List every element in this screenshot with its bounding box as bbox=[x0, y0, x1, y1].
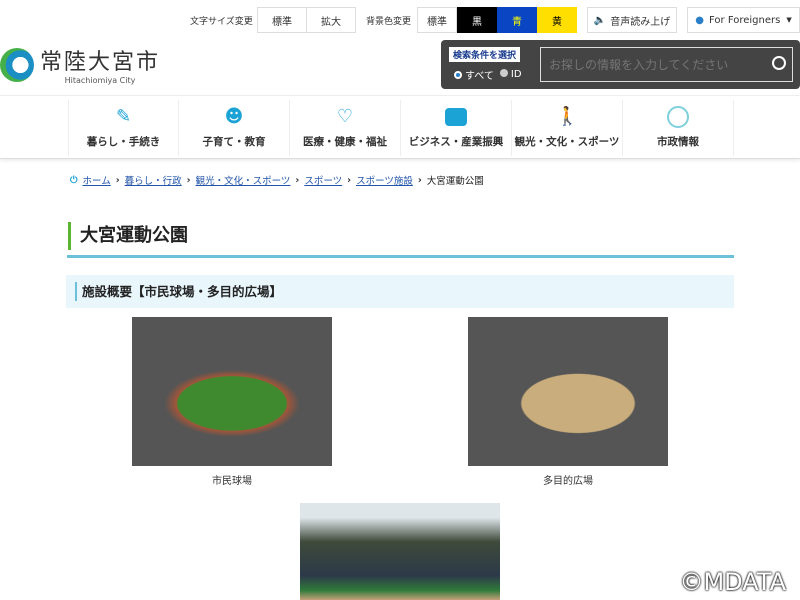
nav-label: ビジネス・産業振興 bbox=[408, 136, 504, 148]
watermark: ©MDATA bbox=[679, 568, 786, 596]
read-aloud-button[interactable]: 🔈 音声読み上げ bbox=[587, 7, 677, 33]
baseball-stadium-photo bbox=[132, 317, 332, 466]
font-large-button[interactable]: 拡大 bbox=[306, 7, 356, 33]
briefcase-icon bbox=[445, 108, 467, 126]
radio-all-label: すべて bbox=[465, 71, 494, 82]
breadcrumb-link[interactable]: ホーム bbox=[83, 173, 111, 187]
bg-black-button[interactable]: 黒 bbox=[457, 7, 497, 33]
search-icon[interactable] bbox=[772, 56, 786, 70]
search-input[interactable] bbox=[540, 47, 793, 82]
radio-all[interactable]: すべて bbox=[454, 67, 494, 82]
bg-yellow-button[interactable]: 黄 bbox=[537, 7, 577, 33]
read-aloud-label: 音声読み上げ bbox=[610, 16, 671, 28]
site-logo[interactable]: 常陸大宮市 Hitachiomiya City bbox=[0, 44, 160, 85]
page-title: 大宮運動公園 bbox=[68, 222, 188, 250]
font-normal-button[interactable]: 標準 bbox=[257, 7, 307, 33]
nav-childcare[interactable]: ☻ 子育て・教育 bbox=[179, 100, 290, 156]
multipurpose-field-photo bbox=[468, 317, 668, 466]
bg-color-label: 背景色変更 bbox=[366, 17, 412, 27]
radio-id[interactable]: ID bbox=[499, 69, 522, 80]
home-icon: ⏻ bbox=[70, 174, 78, 186]
nav-label: 観光・文化・スポーツ bbox=[514, 136, 620, 148]
title-divider bbox=[67, 255, 734, 258]
breadcrumb: ⏻ ホーム › 暮らし・行政 › 観光・文化・スポーツ › スポーツ › スポーツ施設 ›… bbox=[70, 173, 484, 188]
speaker-icon: 🔈 bbox=[593, 14, 607, 26]
nav-tourism[interactable]: 🚶 観光・文化・スポーツ bbox=[512, 100, 623, 156]
breadcrumb-link[interactable]: スポーツ施設 bbox=[356, 173, 413, 187]
nav-label: 医療・健康・福祉 bbox=[303, 136, 387, 148]
nav-cityinfo[interactable]: 市政情報 bbox=[623, 100, 734, 156]
font-size-label: 文字サイズ変更 bbox=[190, 17, 253, 27]
nav-living[interactable]: ✎ 暮らし・手続き bbox=[68, 100, 179, 156]
breadcrumb-link[interactable]: 暮らし・行政 bbox=[125, 173, 182, 187]
photo-caption: 市民球場 bbox=[212, 476, 252, 487]
section-heading: 施設概要【市民球場・多目的広場】 bbox=[66, 275, 734, 308]
stadium-scoreboard-photo bbox=[300, 503, 500, 600]
bg-normal-button[interactable]: 標準 bbox=[417, 7, 457, 33]
for-foreigners-select[interactable]: ● For Foreigners ▼ bbox=[687, 7, 800, 33]
section-title: 施設概要【市民球場・多目的広場】 bbox=[82, 284, 283, 299]
document-icon: ✎ bbox=[115, 106, 132, 127]
globe-icon: ● bbox=[695, 14, 705, 26]
bg-blue-button[interactable]: 青 bbox=[497, 7, 537, 33]
breadcrumb-current: 大宮運動公園 bbox=[426, 176, 484, 187]
utility-bar: 文字サイズ変更 標準 拡大 背景色変更 標準 黒 青 黄 🔈 音声読み上げ ● Fo… bbox=[0, 7, 800, 33]
nav-business[interactable]: ビジネス・産業振興 bbox=[401, 100, 512, 156]
nav-label: 子育て・教育 bbox=[202, 136, 266, 148]
nav-label: 市政情報 bbox=[657, 136, 699, 148]
search-panel: 検索条件を選択 すべて ID bbox=[441, 40, 800, 89]
logo-name: 常陸大宮市 bbox=[40, 50, 161, 75]
nav-label: 暮らし・手続き bbox=[86, 136, 161, 148]
nav-health[interactable]: ♡ 医療・健康・福祉 bbox=[290, 100, 401, 156]
parent-child-icon: ☻ bbox=[224, 106, 244, 127]
city-emblem-icon bbox=[667, 106, 689, 128]
global-nav: ✎ 暮らし・手続き ☻ 子育て・教育 ♡ 医療・健康・福祉 ビジネス・産業振興 🚶 観光… bbox=[0, 95, 800, 159]
breadcrumb-link[interactable]: スポーツ bbox=[304, 173, 342, 187]
traveler-icon: 🚶 bbox=[556, 106, 579, 127]
radio-id-label: ID bbox=[510, 69, 522, 80]
chevron-down-icon: ▼ bbox=[786, 16, 792, 24]
search-condition-label: 検索条件を選択 bbox=[449, 47, 521, 62]
heart-hand-icon: ♡ bbox=[336, 106, 354, 127]
breadcrumb-link[interactable]: 観光・文化・スポーツ bbox=[196, 173, 291, 187]
logo-en: Hitachiomiya City bbox=[64, 76, 136, 85]
city-emblem-icon bbox=[0, 47, 34, 82]
for-foreigners-label: For Foreigners bbox=[709, 14, 781, 26]
photo-caption: 多目的広場 bbox=[543, 476, 593, 487]
